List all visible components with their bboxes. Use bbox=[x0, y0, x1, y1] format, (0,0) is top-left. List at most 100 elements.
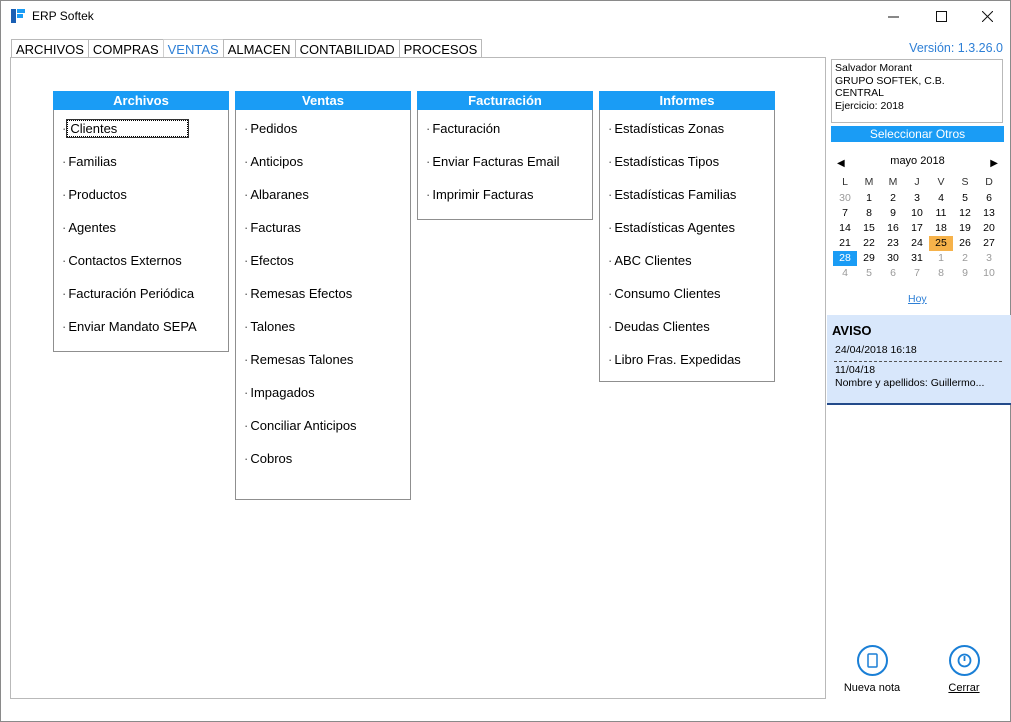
menu-item[interactable]: · Remesas Talones bbox=[236, 350, 410, 383]
aviso-panel[interactable]: AVISO 24/04/2018 16:18 11/04/18 Nombre y… bbox=[827, 315, 1011, 405]
bullet: · bbox=[426, 154, 431, 169]
menu-item[interactable]: · Agentes bbox=[54, 218, 228, 251]
calendar-day[interactable]: 9 bbox=[953, 266, 977, 281]
today-link[interactable]: Hoy bbox=[908, 293, 927, 305]
menu-item[interactable]: · Estadísticas Tipos bbox=[600, 152, 774, 185]
calendar-day[interactable]: 18 bbox=[929, 221, 953, 236]
menu-item[interactable]: · Enviar Facturas Email bbox=[418, 152, 592, 185]
calendar-day[interactable]: 19 bbox=[953, 221, 977, 236]
calendar-header: ◀ mayo 2018 ▶ bbox=[831, 151, 1004, 171]
calendar-day[interactable]: 4 bbox=[833, 266, 857, 281]
bullet: · bbox=[608, 319, 613, 334]
calendar-day[interactable]: 30 bbox=[881, 251, 905, 266]
menu-item[interactable]: · Albaranes bbox=[236, 185, 410, 218]
calendar-day[interactable]: 26 bbox=[953, 236, 977, 251]
calendar-day[interactable]: 9 bbox=[881, 206, 905, 221]
menu-item[interactable]: · Imprimir Facturas bbox=[418, 185, 592, 218]
menu-item[interactable]: · Clientes bbox=[54, 119, 228, 152]
menu-item[interactable]: · Facturación Periódica bbox=[54, 284, 228, 317]
menu-item[interactable]: · Estadísticas Familias bbox=[600, 185, 774, 218]
bullet: · bbox=[244, 187, 249, 202]
menu-item[interactable]: · Estadísticas Zonas bbox=[600, 119, 774, 152]
calendar-day[interactable]: 7 bbox=[905, 266, 929, 281]
calendar-day[interactable]: 6 bbox=[881, 266, 905, 281]
menu-item[interactable]: · Cobros bbox=[236, 449, 410, 482]
menu-item[interactable]: · Enviar Mandato SEPA bbox=[54, 317, 228, 350]
calendar-day[interactable]: 10 bbox=[977, 266, 1001, 281]
calendar-day[interactable]: 3 bbox=[905, 191, 929, 206]
calendar-day[interactable]: 11 bbox=[929, 206, 953, 221]
menu-item[interactable]: · Contactos Externos bbox=[54, 251, 228, 284]
panel-title: Informes bbox=[599, 91, 775, 110]
menu-item[interactable]: · Talones bbox=[236, 317, 410, 350]
calendar-day[interactable]: 22 bbox=[857, 236, 881, 251]
calendar-day[interactable]: 10 bbox=[905, 206, 929, 221]
menu-item-label: Impagados bbox=[250, 385, 315, 400]
calendar-day[interactable]: 25 bbox=[929, 236, 953, 251]
calendar-day[interactable]: 23 bbox=[881, 236, 905, 251]
calendar-day[interactable]: 28 bbox=[833, 251, 857, 266]
calendar-day[interactable]: 24 bbox=[905, 236, 929, 251]
menu-item[interactable]: · Estadísticas Agentes bbox=[600, 218, 774, 251]
menu-item[interactable]: · Remesas Efectos bbox=[236, 284, 410, 317]
menu-item[interactable]: · Libro Fras. Expedidas bbox=[600, 350, 774, 383]
new-note-button[interactable]: Nueva nota bbox=[842, 645, 902, 694]
calendar-day[interactable]: 17 bbox=[905, 221, 929, 236]
menu-item[interactable]: · Consumo Clientes bbox=[600, 284, 774, 317]
calendar-day[interactable]: 8 bbox=[857, 206, 881, 221]
tab-ventas[interactable]: VENTAS bbox=[162, 39, 224, 58]
calendar-day[interactable]: 30 bbox=[833, 191, 857, 206]
bullet: · bbox=[244, 418, 249, 433]
tab-contabilidad[interactable]: CONTABILIDAD bbox=[294, 39, 400, 58]
calendar-day[interactable]: 4 bbox=[929, 191, 953, 206]
calendar-day[interactable]: 2 bbox=[953, 251, 977, 266]
menu-item[interactable]: · Efectos bbox=[236, 251, 410, 284]
close-button[interactable]: Cerrar bbox=[934, 645, 994, 694]
calendar-day[interactable]: 16 bbox=[881, 221, 905, 236]
calendar-day[interactable]: 14 bbox=[833, 221, 857, 236]
tab-compras[interactable]: COMPRAS bbox=[87, 39, 164, 58]
calendar-day[interactable]: 8 bbox=[929, 266, 953, 281]
ejercicio-label: Ejercicio: 2018 bbox=[835, 99, 904, 112]
tab-procesos[interactable]: PROCESOS bbox=[398, 39, 483, 58]
calendar-day[interactable]: 7 bbox=[833, 206, 857, 221]
calendar-day[interactable]: 27 bbox=[977, 236, 1001, 251]
bullet: · bbox=[62, 253, 67, 268]
menu-item[interactable]: · Productos bbox=[54, 185, 228, 218]
menu-item[interactable]: · Pedidos bbox=[236, 119, 410, 152]
calendar-day[interactable]: 2 bbox=[881, 191, 905, 206]
menu-item[interactable]: · Anticipos bbox=[236, 152, 410, 185]
close-window-button[interactable] bbox=[964, 1, 1010, 32]
calendar-day[interactable]: 21 bbox=[833, 236, 857, 251]
calendar-day[interactable]: 5 bbox=[953, 191, 977, 206]
menu-item[interactable]: · Conciliar Anticipos bbox=[236, 416, 410, 449]
menu-item[interactable]: · ABC Clientes bbox=[600, 251, 774, 284]
menu-item[interactable]: · Impagados bbox=[236, 383, 410, 416]
select-others-button[interactable]: Seleccionar Otros bbox=[831, 126, 1004, 142]
menu-item[interactable]: · Facturación bbox=[418, 119, 592, 152]
prev-month-icon[interactable]: ◀ bbox=[837, 154, 845, 174]
minimize-button[interactable] bbox=[870, 1, 916, 32]
module-menu-bar: ARCHIVOS COMPRAS VENTAS ALMACEN CONTABIL… bbox=[11, 39, 483, 58]
calendar-day[interactable]: 12 bbox=[953, 206, 977, 221]
calendar-day[interactable]: 15 bbox=[857, 221, 881, 236]
calendar: ◀ mayo 2018 ▶ L M M J V S D 30 1 2 3 4 5 6 7 8 9 10 11 12 13… bbox=[831, 151, 1004, 281]
calendar-day[interactable]: 13 bbox=[977, 206, 1001, 221]
calendar-day[interactable]: 1 bbox=[857, 191, 881, 206]
calendar-day[interactable]: 3 bbox=[977, 251, 1001, 266]
calendar-day[interactable]: 29 bbox=[857, 251, 881, 266]
menu-item[interactable]: · Familias bbox=[54, 152, 228, 185]
calendar-day[interactable]: 6 bbox=[977, 191, 1001, 206]
tab-almacen[interactable]: ALMACEN bbox=[222, 39, 296, 58]
calendar-day[interactable]: 20 bbox=[977, 221, 1001, 236]
menu-item[interactable]: · Facturas bbox=[236, 218, 410, 251]
erp-logo-icon bbox=[11, 9, 25, 23]
calendar-day[interactable]: 5 bbox=[857, 266, 881, 281]
menu-item-label: Estadísticas Agentes bbox=[614, 220, 736, 235]
maximize-button[interactable] bbox=[918, 1, 964, 32]
next-month-icon[interactable]: ▶ bbox=[990, 154, 998, 174]
menu-item[interactable]: · Deudas Clientes bbox=[600, 317, 774, 350]
calendar-day[interactable]: 1 bbox=[929, 251, 953, 266]
tab-archivos[interactable]: ARCHIVOS bbox=[11, 39, 89, 58]
calendar-day[interactable]: 31 bbox=[905, 251, 929, 266]
